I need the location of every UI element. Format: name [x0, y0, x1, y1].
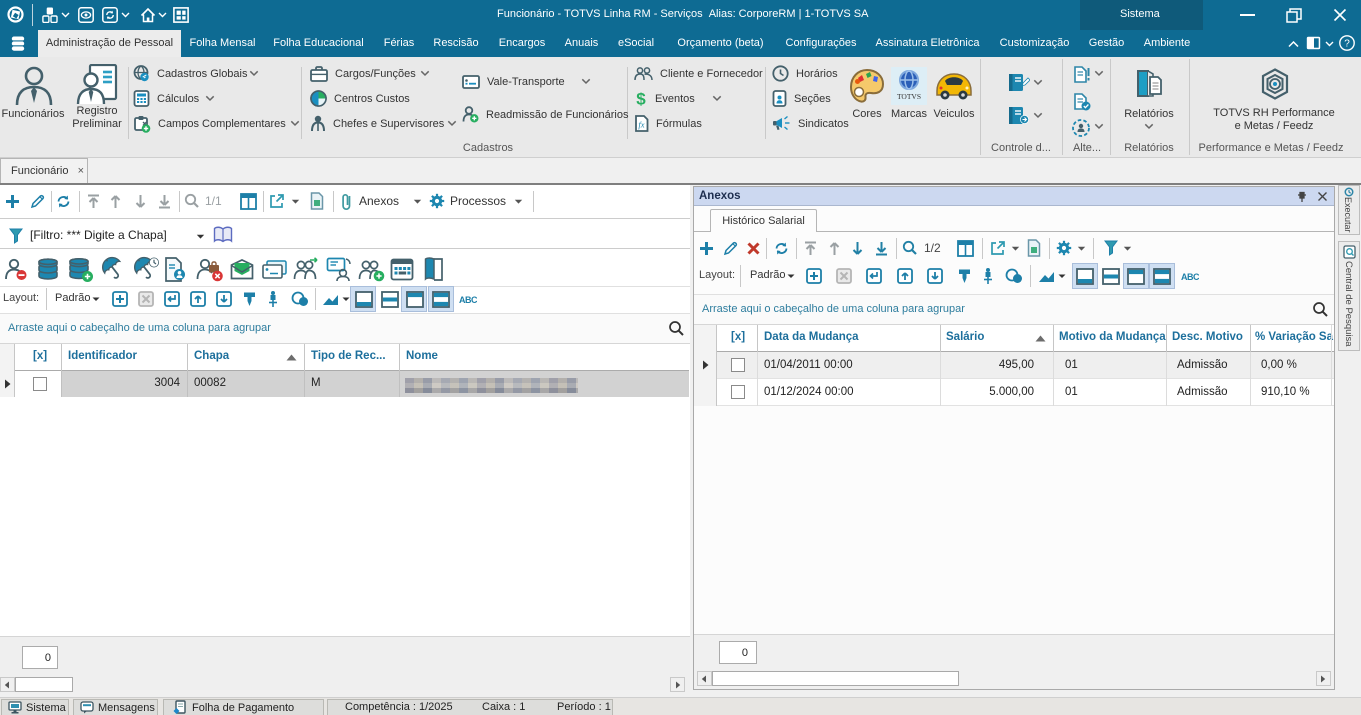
svg-text:ABC: ABC [459, 295, 477, 304]
svg-text:ABC: ABC [1181, 272, 1199, 281]
svg-text:?: ? [1344, 39, 1350, 50]
svg-text:TOTVS: TOTVS [897, 92, 921, 101]
svg-text:fx: fx [638, 120, 644, 130]
svg-text:$: $ [636, 90, 646, 107]
